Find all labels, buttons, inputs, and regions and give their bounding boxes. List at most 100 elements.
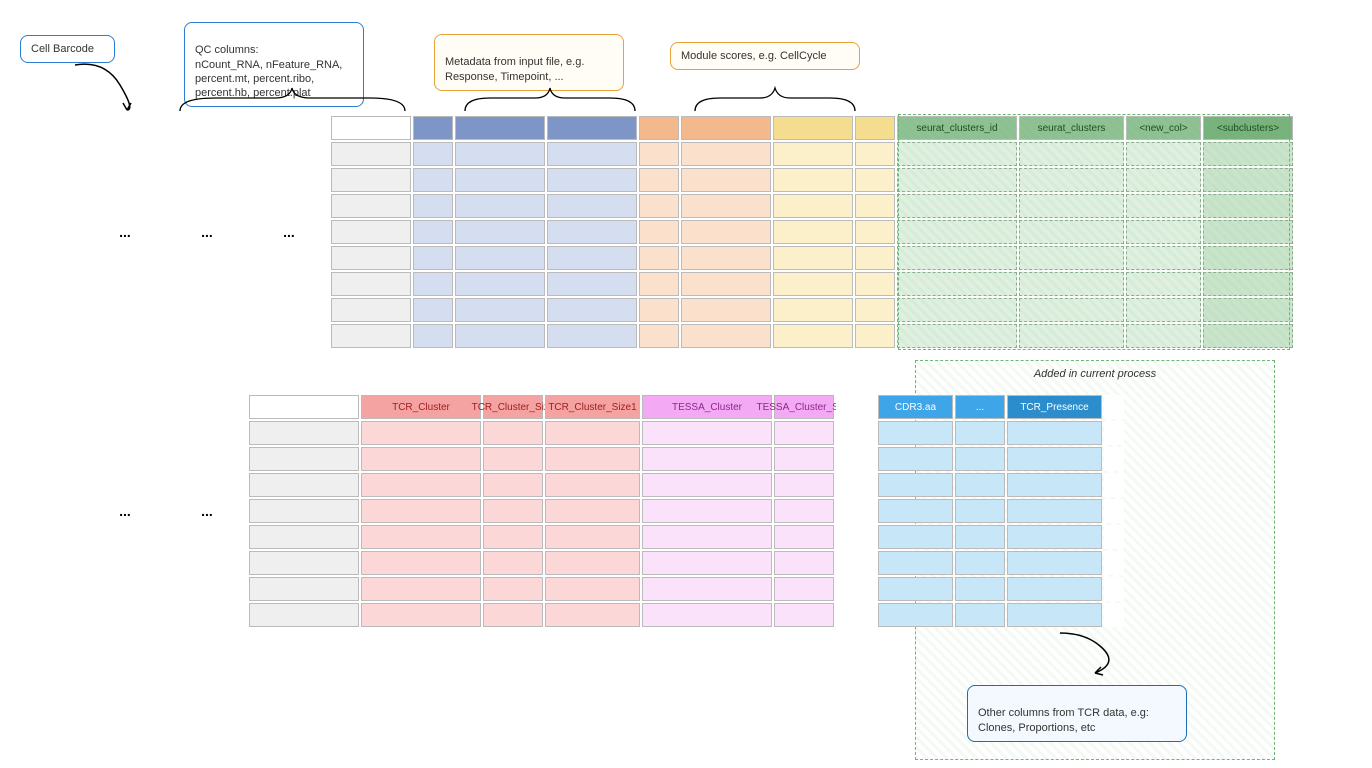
gap — [836, 421, 876, 445]
barcode-cell — [331, 168, 411, 192]
metadata-cell — [681, 246, 771, 270]
tessa-cell — [774, 447, 834, 471]
tcr-data-cell — [878, 525, 953, 549]
tcr-data-cell — [955, 603, 1005, 627]
seurat-cell — [1126, 194, 1201, 218]
barcode-cell — [249, 577, 359, 601]
tcr-data-cell — [1007, 551, 1102, 575]
metadata-cell — [639, 246, 679, 270]
barcode-cell — [249, 525, 359, 549]
tcr-data-cell — [955, 499, 1005, 523]
ellipsis: ... — [85, 395, 165, 627]
tcr-cell — [545, 603, 640, 627]
qc-cell — [455, 194, 545, 218]
seurat-cell — [897, 142, 1017, 166]
qc-cell — [455, 298, 545, 322]
subcluster-cell — [1203, 246, 1293, 270]
module-cell — [855, 324, 895, 348]
tessa-cell — [642, 421, 772, 445]
seurat-cell — [897, 324, 1017, 348]
tessa-cell — [642, 603, 772, 627]
qc-cell — [413, 272, 453, 296]
tcr-data-cell — [878, 421, 953, 445]
seurat-cell — [1126, 324, 1201, 348]
tcr-cluster-size1-header: TCR_Cluster_Size1 — [545, 395, 640, 419]
module-cell — [773, 298, 853, 322]
qc-cell — [413, 246, 453, 270]
metadata-cell — [639, 168, 679, 192]
tessa-cell — [642, 551, 772, 575]
seurat-clusters-id-header: seurat_clusters_id — [897, 116, 1017, 140]
seurat-clusters-header: seurat_clusters — [1019, 116, 1124, 140]
gap — [1104, 473, 1124, 497]
gap — [1104, 421, 1124, 445]
seurat-cell — [897, 168, 1017, 192]
seurat-cell — [1019, 168, 1124, 192]
seurat-cell — [1019, 194, 1124, 218]
callout-text: Module scores, e.g. CellCycle — [681, 50, 827, 62]
tcr-cell — [483, 473, 543, 497]
tcr-data-cell — [1007, 473, 1102, 497]
barcode-cell — [331, 272, 411, 296]
tessa-cell — [774, 499, 834, 523]
barcode-cell — [249, 499, 359, 523]
qc-cell — [413, 324, 453, 348]
tessa-cell — [774, 525, 834, 549]
module-cell — [773, 246, 853, 270]
tcr-cell — [361, 577, 481, 601]
callout-metadata: Metadata from input file, e.g. Response,… — [434, 34, 624, 91]
tcr-data-cell — [1007, 525, 1102, 549]
barcode-cell — [331, 194, 411, 218]
tcr-cell — [361, 473, 481, 497]
metadata-cell — [681, 220, 771, 244]
tcr-data-cell — [955, 447, 1005, 471]
tcr-data-cell — [955, 551, 1005, 575]
tcr-cell — [545, 551, 640, 575]
barcode-cell — [331, 246, 411, 270]
callout-text: Cell Barcode — [31, 43, 94, 55]
tcr-data-cell — [1007, 447, 1102, 471]
tcr-cell — [545, 473, 640, 497]
qc-col-header — [547, 116, 637, 140]
subcluster-cell — [1203, 194, 1293, 218]
seurat-cell — [897, 272, 1017, 296]
module-cell — [855, 272, 895, 296]
bottom-table: TCR_Cluster TCR_Cluster_Size TCR_Cluster… — [85, 395, 1124, 627]
callout-text: Other columns from TCR data, e.g: Clones… — [978, 707, 1149, 733]
barcode-cell — [331, 298, 411, 322]
qc-cell — [547, 220, 637, 244]
qc-cell — [547, 168, 637, 192]
tcr-cell — [361, 551, 481, 575]
tessa-cell — [642, 525, 772, 549]
seurat-cell — [1126, 298, 1201, 322]
barcode-cell — [249, 603, 359, 627]
gap — [836, 551, 876, 575]
tcr-cell — [361, 603, 481, 627]
ellipsis: ... — [167, 116, 247, 348]
tcr-data-cell — [955, 577, 1005, 601]
qc-cell — [413, 298, 453, 322]
module-cell — [773, 324, 853, 348]
tessa-cell — [774, 577, 834, 601]
subcluster-cell — [1203, 272, 1293, 296]
module-cell — [855, 246, 895, 270]
module-cell — [855, 168, 895, 192]
metadata-cell — [639, 142, 679, 166]
tessa-cell — [774, 603, 834, 627]
metadata-cell — [639, 194, 679, 218]
tcr-cluster-header: TCR_Cluster — [361, 395, 481, 419]
callout-cell-barcode: Cell Barcode — [20, 35, 115, 63]
seurat-cell — [1019, 142, 1124, 166]
gap — [836, 603, 876, 627]
qc-cell — [547, 194, 637, 218]
tessa-cell — [642, 447, 772, 471]
barcode-cell — [249, 551, 359, 575]
gap — [836, 395, 876, 419]
module-cell — [773, 272, 853, 296]
qc-cell — [413, 194, 453, 218]
tcr-cell — [483, 551, 543, 575]
subcluster-cell — [1203, 324, 1293, 348]
barcode-cell — [331, 324, 411, 348]
subcluster-cell — [1203, 298, 1293, 322]
qc-cell — [547, 298, 637, 322]
